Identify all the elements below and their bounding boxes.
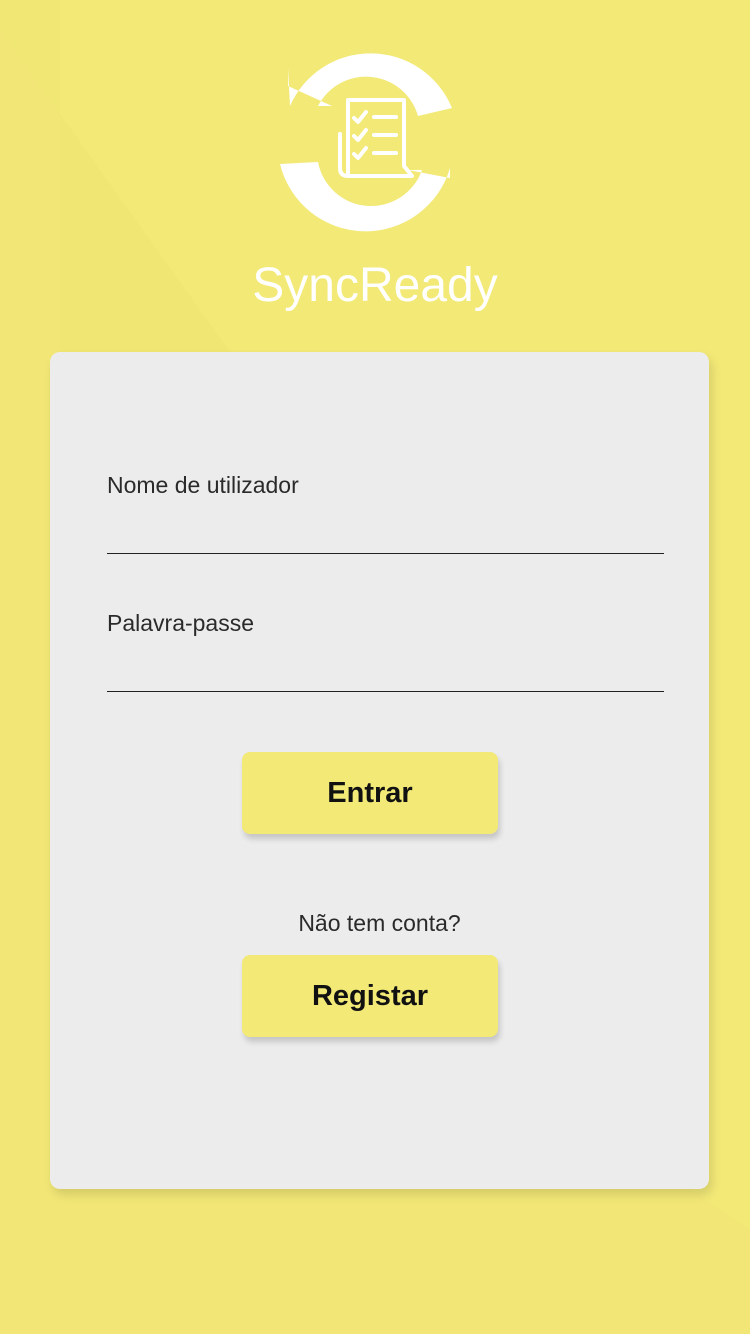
username-label: Nome de utilizador bbox=[107, 472, 299, 498]
password-field-group: Palavra-passe bbox=[107, 608, 664, 698]
login-button[interactable]: Entrar bbox=[242, 752, 498, 834]
app-title: SyncReady bbox=[252, 259, 498, 312]
register-button[interactable]: Registar bbox=[242, 955, 498, 1037]
login-card: Nome de utilizador Palavra-passe Entrar … bbox=[50, 352, 709, 1189]
username-field-group: Nome de utilizador bbox=[107, 470, 664, 560]
password-label: Palavra-passe bbox=[107, 610, 255, 636]
password-input[interactable] bbox=[107, 648, 664, 692]
no-account-text: Não tem conta? bbox=[298, 910, 461, 936]
sync-checklist-icon bbox=[280, 53, 452, 232]
username-input[interactable] bbox=[107, 510, 664, 554]
